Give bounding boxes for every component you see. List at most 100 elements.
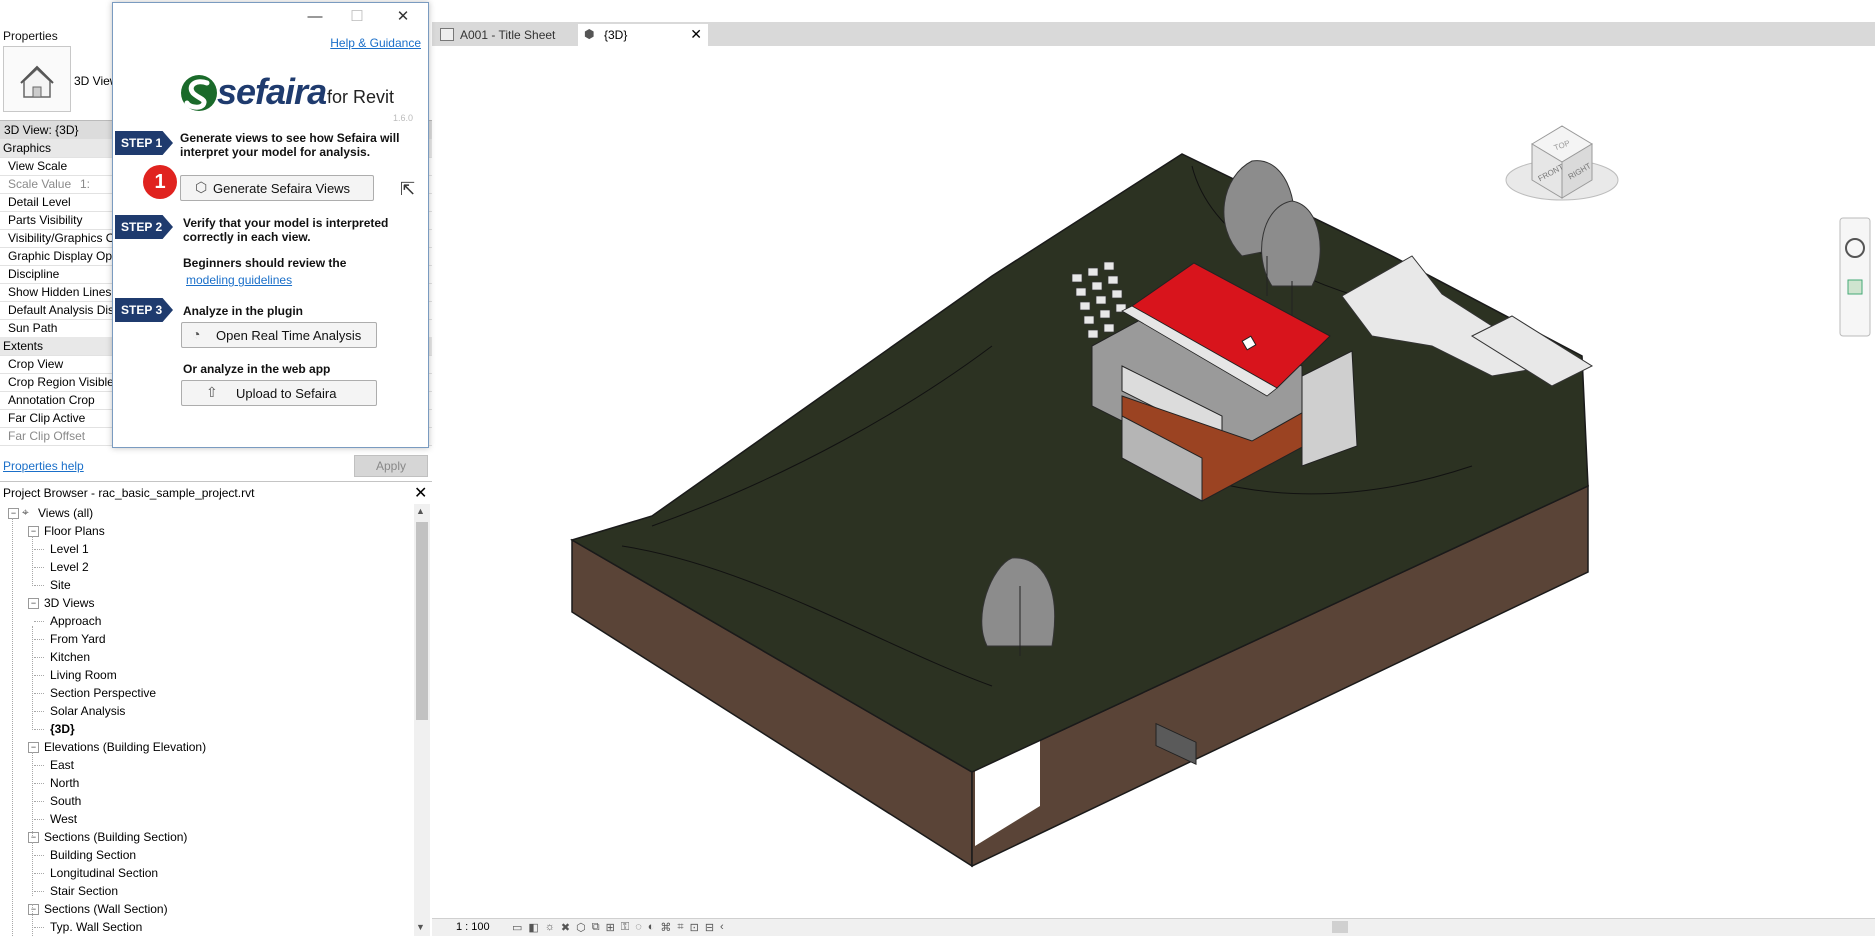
property-label: Crop Region Visible xyxy=(8,375,114,389)
tree-connector xyxy=(34,729,44,730)
collapse-icon[interactable]: ‹ xyxy=(720,921,724,934)
tree-expander-icon[interactable]: − xyxy=(28,832,39,843)
tree-connector xyxy=(34,675,44,676)
help-guidance-link[interactable]: Help & Guidance xyxy=(330,36,421,50)
property-label: Far Clip Offset xyxy=(8,429,86,443)
render-icon[interactable]: ⬡ xyxy=(576,921,586,934)
sefaira-dialog: — ☐ ✕ Help & Guidance sefaira for Revit … xyxy=(112,2,429,448)
3d-view-canvas[interactable]: TOP FRONT RIGHT xyxy=(432,46,1875,918)
close-icon[interactable]: ✕ xyxy=(690,26,702,43)
tree-expander-icon[interactable]: − xyxy=(28,526,39,537)
tree-view-item[interactable]: East xyxy=(50,758,74,776)
tree-category[interactable]: 3D Views xyxy=(44,596,94,614)
cube-icon: ⬡ xyxy=(195,179,208,195)
analytical-model-icon[interactable]: ⌗ xyxy=(677,921,683,934)
tree-expander-icon[interactable]: − xyxy=(8,508,19,519)
properties-help-link[interactable]: Properties help xyxy=(3,459,84,473)
constraints-icon[interactable]: ⊟ xyxy=(705,921,714,934)
step-1-text: Generate views to see how Sefaira will i… xyxy=(180,131,400,159)
property-label: Visibility/Graphics O xyxy=(8,231,116,245)
tree-view-item[interactable]: Living Room xyxy=(50,668,117,686)
tree-category[interactable]: Elevations (Building Elevation) xyxy=(44,740,206,758)
crop-view-icon[interactable]: ⧉ xyxy=(592,921,600,934)
sun-path-icon[interactable]: ☼ xyxy=(545,921,555,934)
tab-label: {3D} xyxy=(604,28,628,42)
tree-category[interactable]: Sections (Building Section) xyxy=(44,830,187,848)
property-value: 1: xyxy=(80,177,91,191)
browser-scroll-thumb[interactable] xyxy=(416,522,428,720)
temp-properties-icon[interactable]: ⌘ xyxy=(660,921,671,934)
tab-title-sheet[interactable]: A001 - Title Sheet xyxy=(434,24,574,46)
sefaira-logo-mark-icon xyxy=(181,75,217,111)
scroll-up-icon[interactable]: ▲ xyxy=(416,506,425,516)
property-label: Default Analysis Dis xyxy=(8,303,115,317)
horizontal-scroll-thumb[interactable] xyxy=(1332,921,1348,933)
step-badge: 1 xyxy=(143,165,177,199)
show-crop-icon[interactable]: ⊞ xyxy=(606,921,615,934)
tree-view-item[interactable]: Level 2 xyxy=(50,560,89,578)
beginners-text: Beginners should review the xyxy=(183,256,347,270)
maximize-icon: ☐ xyxy=(350,8,364,25)
step-3-text: Analyze in the plugin xyxy=(183,304,304,318)
properties-title: Properties xyxy=(3,29,58,43)
tree-connector xyxy=(34,765,44,766)
scale-label[interactable]: 1 : 100 xyxy=(456,921,490,933)
tree-expander-icon[interactable]: − xyxy=(28,904,39,915)
tree-view-item[interactable]: From Yard xyxy=(50,632,106,650)
visual-style-icon[interactable]: ◧ xyxy=(528,921,538,934)
scroll-down-icon[interactable]: ▼ xyxy=(416,922,425,932)
tree-view-item[interactable]: Site xyxy=(50,578,71,596)
tree-view-item[interactable]: South xyxy=(50,794,81,812)
upload-to-sefaira-button[interactable]: ⇧ Upload to Sefaira xyxy=(181,380,377,406)
tree-view-item[interactable]: Stair Section xyxy=(50,884,118,902)
tree-connector xyxy=(34,549,44,550)
modeling-guidelines-link[interactable]: modeling guidelines xyxy=(186,273,292,287)
tree-view-item[interactable]: Kitchen xyxy=(50,650,90,668)
tree-connector xyxy=(34,783,44,784)
close-icon[interactable]: ✕ xyxy=(385,7,421,27)
lock-view-icon[interactable]: ⚿ xyxy=(621,921,629,934)
tree-connector xyxy=(34,585,44,586)
minimize-icon[interactable]: — xyxy=(297,7,333,27)
shadows-icon[interactable]: ✖ xyxy=(561,921,570,934)
open-real-time-analysis-button[interactable]: ◔ Open Real Time Analysis xyxy=(181,322,377,348)
detail-level-icon[interactable]: ▭ xyxy=(512,921,522,934)
tree-view-item[interactable]: Level 1 xyxy=(50,542,89,560)
property-label: Extents xyxy=(3,339,44,353)
property-label: Scale Value xyxy=(8,177,72,191)
tree-category[interactable]: Floor Plans xyxy=(44,524,105,542)
tree-guide-line xyxy=(32,904,33,936)
tree-guide-line xyxy=(32,626,33,730)
highlight-icon[interactable]: ⊡ xyxy=(690,921,699,934)
tab-3d-view[interactable]: ⬢ {3D} ✕ xyxy=(578,24,708,46)
button-label: Upload to Sefaira xyxy=(236,386,337,401)
tree-view-item[interactable]: Longitudinal Section xyxy=(50,866,158,884)
tree-view-item[interactable]: {3D} xyxy=(50,722,75,740)
type-selector-thumbnail[interactable] xyxy=(3,46,71,112)
tree-view-item[interactable]: West xyxy=(50,812,77,830)
tree-category[interactable]: Sections (Wall Section) xyxy=(44,902,168,920)
tree-connector xyxy=(34,855,44,856)
tree-view-item[interactable]: Solar Analysis xyxy=(50,704,125,722)
tree-view-item[interactable]: North xyxy=(50,776,79,794)
apply-button[interactable]: Apply xyxy=(354,455,428,477)
views-icon: ⌖ xyxy=(22,505,29,519)
reveal-hidden-icon[interactable]: ◐ xyxy=(648,921,655,934)
tree-view-item[interactable]: Approach xyxy=(50,614,101,632)
tree-category[interactable]: Views (all) xyxy=(38,506,93,524)
tree-view-item[interactable]: Typ. Wall Section xyxy=(50,920,142,936)
view-cube: TOP FRONT RIGHT xyxy=(1505,125,1619,201)
version-label: 1.6.0 xyxy=(393,113,414,123)
tree-expander-icon[interactable]: − xyxy=(28,742,39,753)
generate-sefaira-views-button[interactable]: ⬡ Generate Sefaira Views xyxy=(180,175,374,201)
tree-connector xyxy=(34,567,44,568)
tree-view-item[interactable]: Section Perspective xyxy=(50,686,156,704)
close-icon[interactable]: ✕ xyxy=(414,483,427,503)
logo-suffix: for Revit xyxy=(327,87,395,107)
hide-isolate-icon[interactable]: ◌ xyxy=(635,921,642,934)
tree-connector xyxy=(34,657,44,658)
tree-expander-icon[interactable]: − xyxy=(28,598,39,609)
property-label: Show Hidden Lines xyxy=(8,285,112,299)
cloud-upload-icon: ⇧ xyxy=(206,384,218,400)
tree-view-item[interactable]: Building Section xyxy=(50,848,136,866)
